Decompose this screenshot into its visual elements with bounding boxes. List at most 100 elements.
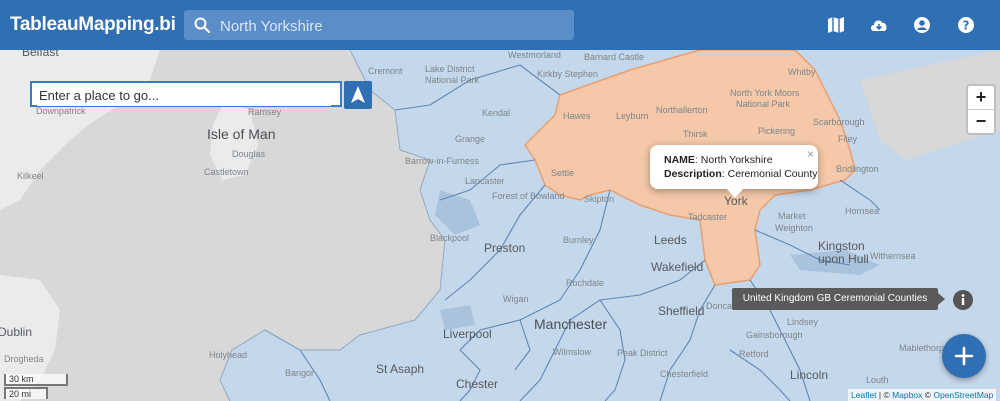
place-label: Pickering <box>758 126 796 136</box>
place-label: Westmorland <box>508 50 561 60</box>
place-label: Wakefield <box>651 260 704 274</box>
place-label: Scarborough <box>813 117 865 127</box>
mapbox-link[interactable]: Mapbox <box>892 390 922 400</box>
place-label: Lake District <box>425 64 475 74</box>
place-label: Dublin <box>0 325 33 339</box>
place-label: National Park <box>425 75 480 85</box>
cloud-download-icon[interactable] <box>868 14 890 36</box>
help-icon[interactable]: ? <box>955 14 977 36</box>
place-label: Downpatrick <box>36 106 86 116</box>
place-label: Market <box>778 211 806 221</box>
search-box[interactable] <box>184 10 574 40</box>
zoom-in-button[interactable]: + <box>968 86 994 109</box>
zoom-out-button[interactable]: − <box>968 109 994 133</box>
popup-name-value: North Yorkshire <box>700 154 773 166</box>
place-label: Drogheda <box>4 354 44 364</box>
place-label: Leyburn <box>616 111 649 121</box>
place-label: Retford <box>739 349 769 359</box>
place-label: Bridlington <box>836 164 879 174</box>
plus-icon <box>954 346 974 366</box>
place-label: Kilkeel <box>17 171 44 181</box>
search-icon <box>194 17 210 33</box>
place-label: St Asaph <box>376 362 425 376</box>
popup-name-label: NAME <box>664 154 695 166</box>
place-label: Hawes <box>563 111 591 121</box>
place-label: Settle <box>551 168 575 178</box>
place-label: Northallerton <box>656 105 708 115</box>
place-label: Holyhead <box>209 350 248 360</box>
place-label: Skipton <box>584 194 615 204</box>
layer-name-tooltip: United Kingdom GB Ceremonial Counties <box>732 288 938 310</box>
popup-tip <box>726 188 744 198</box>
brand-logo[interactable]: TableauMapping.bi <box>10 14 176 36</box>
popup-description-label: Description <box>664 168 722 180</box>
place-label: Preston <box>484 241 526 255</box>
place-label: Cremont <box>368 66 403 76</box>
place-label: Forest of Bowland <box>492 191 565 201</box>
place-label: Lincoln <box>790 368 829 382</box>
place-label: Louth <box>866 375 889 385</box>
place-label: Kendal <box>482 108 511 118</box>
place-label: Barrow-in-Furness <box>405 156 480 166</box>
place-label: Hornsea <box>845 206 880 216</box>
place-label: Burnley <box>563 235 594 245</box>
place-label: Barnard Castle <box>584 52 645 62</box>
svg-text:?: ? <box>963 19 970 33</box>
popup-description-value: Ceremonial County <box>727 168 818 180</box>
scale-km: 30 km <box>4 374 68 386</box>
place-label: Withernsea <box>870 251 916 261</box>
map-icon[interactable] <box>825 14 847 36</box>
leaflet-link[interactable]: Leaflet <box>851 390 877 400</box>
place-label: Thirsk <box>683 129 708 139</box>
place-label: Peak District <box>617 348 668 358</box>
goto-place-button[interactable] <box>344 81 372 109</box>
place-label: Chesterfield <box>660 369 709 379</box>
goto-place-input[interactable] <box>37 84 331 106</box>
popup-description-row: Description: Ceremonial County <box>664 168 818 180</box>
place-label: Wilmslow <box>553 347 591 357</box>
place-label: Weighton <box>775 223 813 233</box>
place-label: Kingston <box>818 239 865 253</box>
place-label: Bangor <box>285 368 315 378</box>
popup-name-row: NAME: North Yorkshire <box>664 154 773 166</box>
place-label: Whitby <box>788 67 816 77</box>
place-label: upon Hull <box>818 252 869 266</box>
place-label: North York Moors <box>730 88 800 98</box>
layer-tooltip-arrow <box>938 293 945 305</box>
place-label: Gainsborough <box>746 330 803 340</box>
top-bar: TableauMapping.bi ? <box>0 0 1000 50</box>
account-icon[interactable] <box>911 14 933 36</box>
place-label: Lancaster <box>465 176 505 186</box>
osm-link[interactable]: OpenStreetMap <box>933 390 993 400</box>
place-label: Douglas <box>232 149 266 159</box>
place-label: Chester <box>456 377 499 391</box>
place-label: Lindsey <box>787 317 819 327</box>
place-label: Ramsey <box>248 107 282 117</box>
place-label: Blackpool <box>430 233 470 243</box>
place-label: Wigan <box>503 294 529 304</box>
map-attribution: Leaflet | © Mapbox © OpenStreetMap <box>848 389 997 401</box>
navigation-arrow-icon <box>351 86 365 103</box>
place-label: Isle of Man <box>207 126 276 142</box>
place-label: Castletown <box>204 167 249 177</box>
scale-mi: 20 mi <box>4 387 48 399</box>
place-label: Manchester <box>534 316 608 332</box>
place-label: Leeds <box>654 233 687 247</box>
add-layer-button[interactable] <box>942 334 986 378</box>
place-label: Tadcaster <box>688 212 728 222</box>
goto-place-box[interactable] <box>30 81 342 107</box>
zoom-control: + − <box>966 84 996 135</box>
place-label: Liverpool <box>443 327 492 341</box>
place-label: Belfast <box>22 50 59 59</box>
place-label: Filey <box>838 134 858 144</box>
place-label: Sheffield <box>658 304 705 318</box>
info-icon <box>961 294 965 305</box>
place-label: National Park <box>736 99 791 109</box>
place-label: Kirkby Stephen <box>537 69 599 79</box>
layer-info-button[interactable] <box>953 290 973 310</box>
place-label: Rochdale <box>566 278 605 288</box>
place-label: Grange <box>455 134 486 144</box>
popup-close-button[interactable]: × <box>807 147 814 161</box>
feature-popup: NAME: North Yorkshire Description: Cerem… <box>650 145 818 189</box>
search-input[interactable] <box>218 15 562 37</box>
